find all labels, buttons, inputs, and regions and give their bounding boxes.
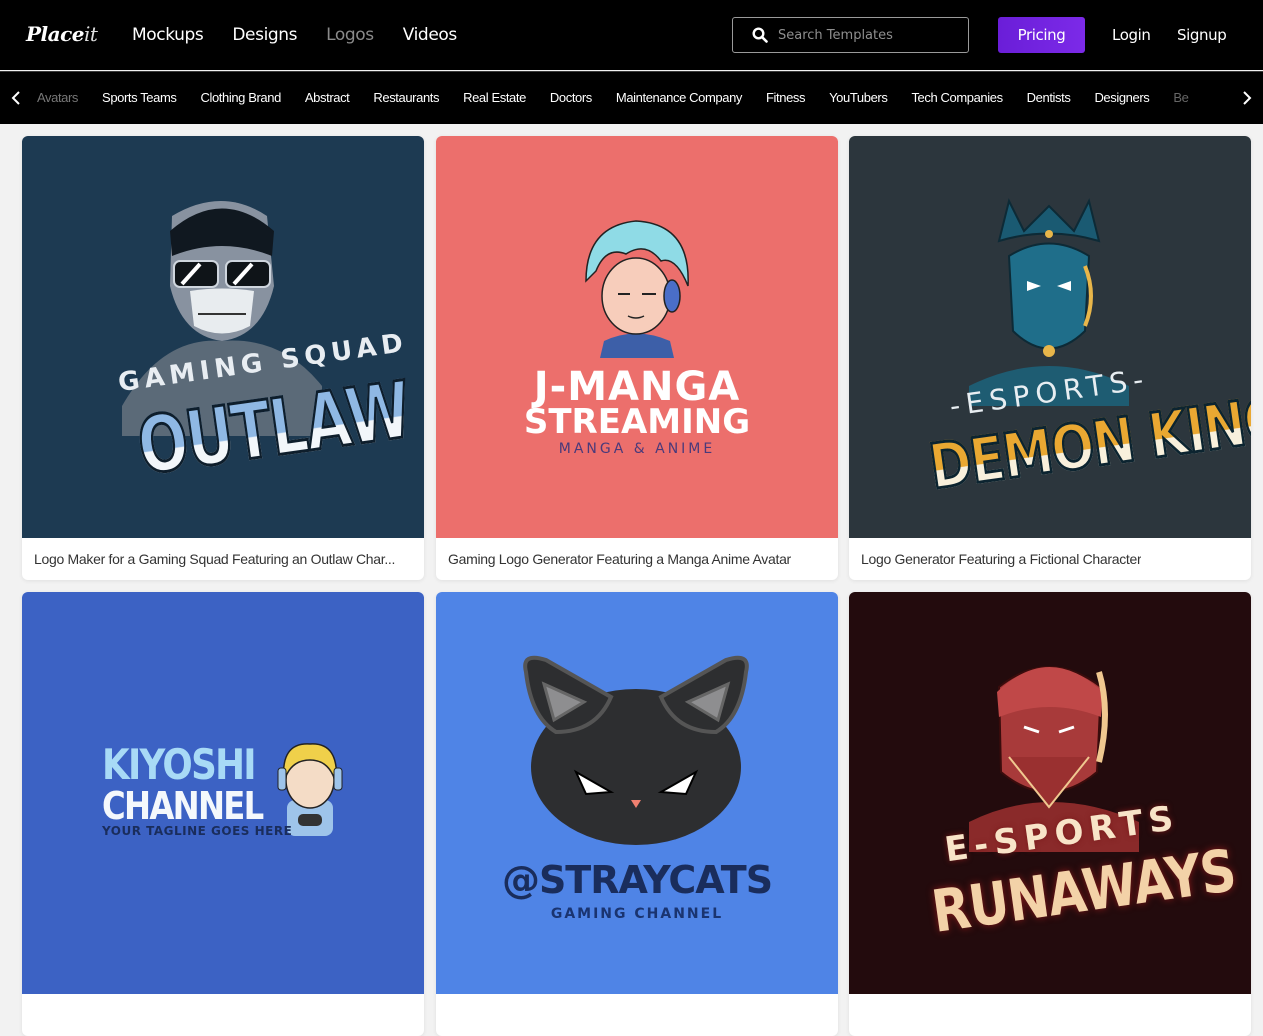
category-abstract[interactable]: Abstract <box>305 90 350 105</box>
search-icon <box>752 27 768 43</box>
top-navbar: Placeit Mockups Designs Logos Videos Pri… <box>0 0 1263 70</box>
nav-designs[interactable]: Designs <box>232 25 297 45</box>
logo-line2: CHANNEL <box>102 784 264 828</box>
category-bar: Avatars Sports Teams Clothing Brand Abst… <box>0 71 1263 124</box>
template-thumbnail[interactable]: J-MANGA STREAMING MANGA & ANIME <box>436 136 838 538</box>
template-caption[interactable] <box>436 994 838 1036</box>
template-thumbnail[interactable]: KIYOSHI CHANNEL YOUR TAGLINE GOES HERE <box>22 592 424 994</box>
logo-text: Place <box>26 22 85 46</box>
logo-line2: STREAMING <box>523 402 751 442</box>
template-caption[interactable] <box>22 994 424 1036</box>
nav-mockups[interactable]: Mockups <box>132 25 204 45</box>
template-thumbnail[interactable]: GAMING SQUAD OUTLAW <box>22 136 424 538</box>
caption-text: Logo Maker for a Gaming Squad Featuring … <box>34 551 396 567</box>
signup-link[interactable]: Signup <box>1177 26 1227 44</box>
category-partial[interactable]: Be <box>1173 90 1189 105</box>
template-caption[interactable]: Logo Generator Featuring a Fictional Cha… <box>849 538 1251 580</box>
placeit-logo[interactable]: Placeit <box>26 22 98 46</box>
template-caption[interactable]: Gaming Logo Generator Featuring a Manga … <box>436 538 838 580</box>
logo-line1: KIYOSHI <box>102 740 257 789</box>
logo-line1: @STRAYCATS <box>501 858 773 902</box>
category-real-estate[interactable]: Real Estate <box>463 90 526 105</box>
nav-videos[interactable]: Videos <box>403 25 457 45</box>
template-card[interactable]: J-MANGA STREAMING MANGA & ANIME Gaming L… <box>436 136 838 580</box>
template-caption[interactable]: Logo Maker for a Gaming Squad Featuring … <box>22 538 424 580</box>
template-card[interactable]: KIYOSHI CHANNEL YOUR TAGLINE GOES HERE <box>22 592 424 1036</box>
category-maintenance-company[interactable]: Maintenance Company <box>616 90 742 105</box>
category-tech-companies[interactable]: Tech Companies <box>911 90 1003 105</box>
template-thumbnail[interactable]: E-SPORTS RUNAWAYS <box>849 592 1251 994</box>
category-designers[interactable]: Designers <box>1094 90 1149 105</box>
logo-line2: GAMING CHANNEL <box>550 906 724 922</box>
login-link[interactable]: Login <box>1112 26 1151 44</box>
category-dentists[interactable]: Dentists <box>1027 90 1071 105</box>
category-sports-teams[interactable]: Sports Teams <box>102 90 177 105</box>
logo-suffix: it <box>84 22 98 46</box>
category-restaurants[interactable]: Restaurants <box>373 90 439 105</box>
chevron-right-icon[interactable] <box>1240 88 1254 108</box>
black-cat-illustration <box>523 655 749 845</box>
nav-logos[interactable]: Logos <box>326 25 374 45</box>
template-card[interactable]: E-SPORTS RUNAWAYS <box>849 592 1251 1036</box>
chevron-left-icon[interactable] <box>9 88 23 108</box>
template-thumbnail[interactable]: -ESPORTS- DEMON KING <box>849 136 1251 538</box>
template-caption[interactable] <box>849 994 1251 1036</box>
caption-text: Gaming Logo Generator Featuring a Manga … <box>448 551 791 567</box>
pricing-button[interactable]: Pricing <box>998 17 1085 53</box>
masked-runaway-illustration <box>969 666 1139 852</box>
main-nav: Mockups Designs Logos Videos <box>132 25 486 45</box>
caption-text: Logo Generator Featuring a Fictional Cha… <box>861 551 1142 567</box>
manga-avatar-illustration <box>585 220 689 358</box>
category-youtubers[interactable]: YouTubers <box>829 90 888 105</box>
template-thumbnail[interactable]: @STRAYCATS GAMING CHANNEL <box>436 592 838 994</box>
category-doctors[interactable]: Doctors <box>550 90 592 105</box>
logo-line3: MANGA & ANIME <box>558 441 716 457</box>
category-avatars[interactable]: Avatars <box>37 90 78 105</box>
template-card[interactable]: @STRAYCATS GAMING CHANNEL <box>436 592 838 1036</box>
category-clothing-brand[interactable]: Clothing Brand <box>201 90 282 105</box>
search-input[interactable] <box>778 27 958 43</box>
category-list: Avatars Sports Teams Clothing Brand Abst… <box>37 90 1212 105</box>
logo-line3: YOUR TAGLINE GOES HERE <box>102 824 293 838</box>
template-card[interactable]: GAMING SQUAD OUTLAW Logo Maker for a Gam… <box>22 136 424 580</box>
search-box[interactable] <box>732 17 969 53</box>
template-card[interactable]: -ESPORTS- DEMON KING Logo Generator Feat… <box>849 136 1251 580</box>
category-fitness[interactable]: Fitness <box>766 90 806 105</box>
